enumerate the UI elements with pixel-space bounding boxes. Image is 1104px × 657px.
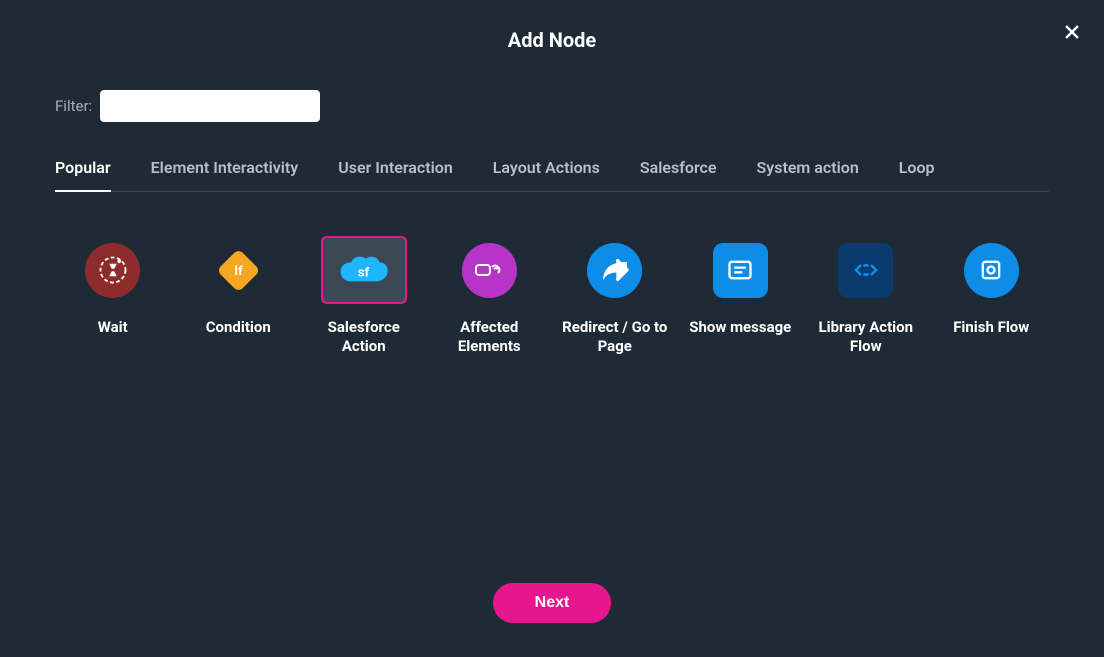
node-label: Salesforce Action bbox=[306, 318, 422, 356]
node-icon-wrap bbox=[697, 236, 783, 304]
tab-layout-actions[interactable]: Layout Actions bbox=[493, 158, 600, 191]
node-salesforce-action[interactable]: sf Salesforce Action bbox=[306, 236, 422, 356]
hand-icon bbox=[462, 243, 517, 298]
share-arrow-icon bbox=[587, 243, 642, 298]
node-library-action-flow[interactable]: Library Action Flow bbox=[808, 236, 924, 356]
nodes-grid: Wait If Condition sf bbox=[55, 236, 1049, 356]
tab-user-interaction[interactable]: User Interaction bbox=[338, 158, 453, 191]
tab-salesforce[interactable]: Salesforce bbox=[640, 158, 717, 191]
hourglass-icon bbox=[85, 243, 140, 298]
node-icon-wrap bbox=[572, 236, 658, 304]
node-icon-wrap bbox=[70, 236, 156, 304]
finish-flag-icon bbox=[964, 243, 1019, 298]
next-button[interactable]: Next bbox=[493, 583, 612, 623]
node-icon-wrap bbox=[948, 236, 1034, 304]
tabs: Popular Element Interactivity User Inter… bbox=[55, 158, 1049, 192]
node-icon-wrap bbox=[446, 236, 532, 304]
diamond-if-icon: If bbox=[211, 243, 266, 298]
node-condition[interactable]: If Condition bbox=[181, 236, 297, 356]
close-icon bbox=[1062, 22, 1082, 42]
node-wait[interactable]: Wait bbox=[55, 236, 171, 356]
modal-footer: Next bbox=[0, 583, 1104, 623]
close-button[interactable] bbox=[1058, 18, 1086, 46]
node-label: Library Action Flow bbox=[808, 318, 924, 356]
node-show-message[interactable]: Show message bbox=[683, 236, 799, 356]
message-icon bbox=[713, 243, 768, 298]
node-label: Redirect / Go to Page bbox=[557, 318, 673, 356]
node-icon-wrap bbox=[823, 236, 909, 304]
node-icon-wrap: If bbox=[195, 236, 281, 304]
cloud-sf-icon: sf bbox=[336, 243, 391, 298]
node-affected-elements[interactable]: Affected Elements bbox=[432, 236, 548, 356]
modal-title: Add Node bbox=[0, 28, 1104, 52]
add-node-modal: Add Node Filter: Popular Element Interac… bbox=[0, 0, 1104, 657]
node-finish-flow[interactable]: Finish Flow bbox=[934, 236, 1050, 356]
node-redirect[interactable]: Redirect / Go to Page bbox=[557, 236, 673, 356]
svg-text:If: If bbox=[234, 264, 243, 279]
filter-input[interactable] bbox=[100, 90, 320, 122]
tab-popular[interactable]: Popular bbox=[55, 158, 111, 191]
tab-loop[interactable]: Loop bbox=[899, 158, 935, 191]
node-label: Condition bbox=[206, 318, 271, 337]
tab-system-action[interactable]: System action bbox=[757, 158, 859, 191]
node-label: Finish Flow bbox=[953, 318, 1029, 337]
code-refresh-icon bbox=[838, 243, 893, 298]
filter-label: Filter: bbox=[55, 97, 92, 115]
filter-row: Filter: bbox=[55, 90, 1104, 122]
node-icon-wrap: sf bbox=[321, 236, 407, 304]
node-label: Show message bbox=[689, 318, 791, 337]
svg-text:sf: sf bbox=[358, 266, 370, 281]
tab-element-interactivity[interactable]: Element Interactivity bbox=[151, 158, 299, 191]
node-label: Wait bbox=[98, 318, 128, 337]
node-label: Affected Elements bbox=[432, 318, 548, 356]
